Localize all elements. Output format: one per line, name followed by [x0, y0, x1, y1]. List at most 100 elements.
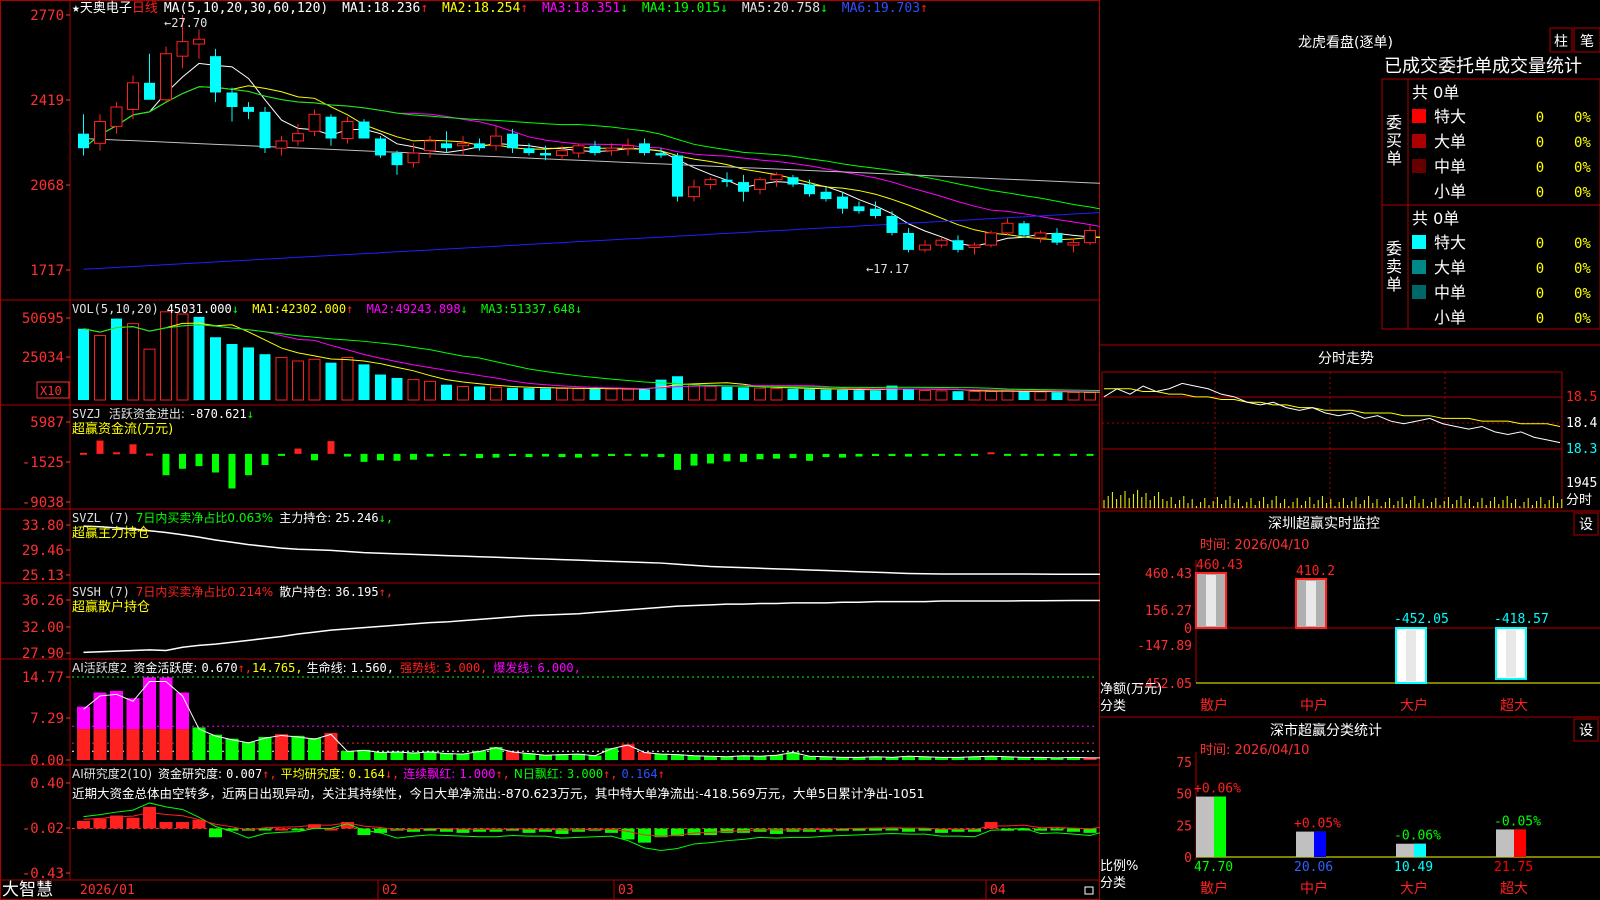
volume-panel[interactable] [78, 311, 1100, 401]
volume-bar [1034, 391, 1047, 401]
sell-row-pct: 0% [1574, 286, 1591, 302]
svzj-bar [294, 448, 302, 454]
svzj-bar [80, 452, 87, 455]
monitor-ytick-1: 156.27 [1145, 604, 1192, 619]
svsh-header: SVSH (7) 7日内买卖净占比0.214% 散户持仓: 36.195↑, [72, 584, 393, 599]
svzj-bar [773, 453, 780, 459]
classify-ytick-3: 0 [1184, 851, 1192, 866]
lock-icon[interactable] [1084, 886, 1094, 895]
candle-body [424, 140, 436, 152]
volume-bar [127, 323, 139, 401]
research-bar [902, 828, 915, 832]
ai-activity-panel[interactable] [72, 676, 1100, 760]
research-bar [176, 822, 189, 829]
monitor-value-2: -452.05 [1394, 612, 1449, 627]
ai-bar [159, 729, 173, 760]
candle-body [523, 148, 535, 154]
svzl-panel[interactable] [83, 525, 1101, 576]
buy-row-pct: 0% [1574, 135, 1591, 151]
sell-count: 共 0单 [1412, 209, 1459, 228]
candle-body [308, 113, 321, 132]
brand-logo: 大智慧 [2, 880, 53, 900]
monitor-ytick-2: 0 [1184, 622, 1192, 637]
volume-bar [1018, 391, 1030, 400]
buy-row-name: 特大 [1434, 107, 1466, 126]
stock-name[interactable]: 天奥电子 [80, 1, 132, 16]
btn-zhu[interactable]: 柱 [1554, 34, 1568, 50]
monitor-settings-button[interactable]: 设 [1579, 517, 1593, 533]
candle-body [193, 38, 205, 45]
svzj-bar [228, 453, 236, 489]
ma6-arrow: ↑ [920, 1, 928, 16]
sell-row-pct: 0% [1574, 311, 1591, 327]
candle-body [853, 206, 865, 212]
price-ytick-3: 1717 [30, 263, 64, 279]
svzj-bar [888, 453, 896, 457]
buy-row-pct: 0% [1574, 110, 1591, 126]
research-bar [885, 828, 899, 831]
low-price-label: ←17.17 [866, 262, 909, 276]
candle-body [110, 106, 123, 127]
volume-bar [308, 358, 321, 401]
svzj-bar [971, 453, 978, 456]
candle-body [952, 240, 964, 250]
volume-bar [275, 357, 288, 401]
svzj-bar [1037, 453, 1044, 456]
main-chart-area[interactable]: 2770 2419 2068 1717 50695 25034 5987 -1525 -9038… [0, 0, 1100, 900]
svzj-bar [1053, 453, 1061, 456]
candle-body [704, 179, 717, 186]
classify-settings-button[interactable]: 设 [1579, 723, 1593, 739]
svzj-bar [212, 453, 219, 473]
ai-bar [324, 733, 338, 760]
volume-bar [605, 388, 618, 401]
volume-bar [540, 388, 551, 400]
sell-row-swatch [1412, 235, 1426, 249]
buy-group-2: 买 [1386, 131, 1402, 150]
period-label[interactable]: 日线 [132, 1, 158, 16]
svzj-bar [756, 453, 764, 460]
x-tick-1: 02 [382, 883, 398, 898]
svzj-panel[interactable] [80, 440, 1100, 489]
research-panel[interactable] [72, 802, 1100, 851]
monitor-xlabel: 分类 [1100, 699, 1126, 714]
ai-bar [308, 738, 321, 760]
svsh-ytick-1: 32.00 [22, 620, 64, 636]
btn-bi[interactable]: 笔 [1580, 34, 1594, 50]
sell-row-count: 0 [1536, 311, 1544, 327]
sell-row-name: 小单 [1434, 308, 1466, 327]
side-panel[interactable]: 龙虎看盘(逐单) 柱 笔 已成交委托单成交量统计 共 0单委买单特大 0 0%大单 0… [1100, 0, 1600, 900]
candle-body [341, 121, 354, 140]
price-panel[interactable] [78, 15, 1100, 270]
candle-body [325, 116, 337, 139]
volume-bar [143, 348, 156, 401]
candle-body [292, 133, 304, 142]
ai-bar [440, 753, 453, 760]
volume-bar [210, 337, 221, 400]
research-header: AI研究度2(10) 资金研究度: 0.007↑, 平均研究度: 0.164↓, 连续飘红… [72, 766, 665, 781]
classify-chart[interactable]: 75 50 25 0 +0.06% 47.70 散户 +0.05% 20.06 中户 -0.06% 1… [1176, 752, 1600, 897]
volume-bar [639, 389, 650, 400]
candle-body [754, 179, 766, 190]
price-ma-line-3 [83, 86, 1100, 228]
svzj-bar [443, 453, 450, 457]
buy-row-swatch [1412, 184, 1426, 198]
sell-row-name: 特大 [1434, 233, 1466, 252]
ma5-label: MA5: [742, 1, 773, 16]
research-bar [770, 828, 783, 834]
svsh-panel[interactable] [83, 599, 1101, 654]
buy-row-count: 0 [1536, 135, 1544, 151]
svzl-ytick-0: 33.80 [22, 518, 64, 534]
research-curve-green [83, 802, 1100, 851]
ai-bar [539, 754, 552, 760]
intraday-chart[interactable]: 18.5 18.4 18.3 1945 分时 [1102, 372, 1597, 508]
candle-body [176, 41, 189, 57]
classify-time: 时间: 2026/04/10 [1200, 743, 1309, 758]
svzj-bar [162, 453, 170, 476]
svzj-bar [327, 441, 335, 454]
monitor-chart[interactable]: 460.43 156.27 0 -147.89 -452.05 460.43 散户 410.2… [1137, 558, 1600, 714]
svsh-line [83, 599, 1100, 654]
classify-ytick-2: 25 [1176, 819, 1192, 834]
volume-bar [935, 390, 948, 401]
svzl-ytick-1: 29.46 [22, 543, 64, 559]
candle-body [935, 239, 948, 246]
